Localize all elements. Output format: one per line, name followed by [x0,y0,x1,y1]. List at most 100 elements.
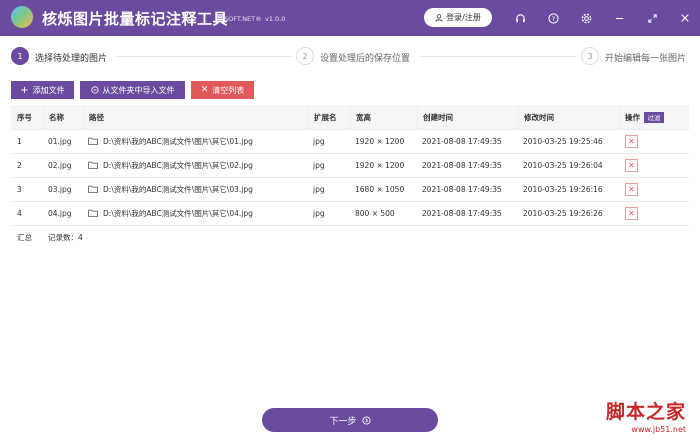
app-version: v1.0.0 [265,15,286,23]
row-created: 2021-08-08 17:49:35 [422,184,502,194]
folder-icon [88,137,98,145]
table-row[interactable]: 4 04.jpg D:\资料\我的ABC测试文件\图片\其它\04.jpg jp… [11,201,689,226]
table-header-row: 序号 名称 路径 扩展名 宽高 创建时间 修改时间 操作 过滤 [11,105,689,130]
table-row[interactable]: 3 03.jpg D:\资料\我的ABC测试文件\图片\其它\03.jpg jp… [11,177,689,202]
watermark-logo: 脚本之家 www.jb51.net [606,397,686,434]
row-name: 02.jpg [48,160,72,170]
import-folder-label: 从文件夹中导入文件 [102,85,175,95]
table-summary-row: 汇总 记录数：4 [11,225,689,249]
step-2-label[interactable]: 设置处理后的保存位置 [320,51,410,64]
step-divider [420,56,576,57]
app-site: HESOFT.NET® [215,15,262,23]
row-dimensions: 1680 × 1050 [355,184,405,194]
row-index: 3 [17,184,22,194]
step-1-label[interactable]: 选择待处理的图片 [35,51,107,64]
folder-icon [88,209,98,217]
row-name: 03.jpg [48,184,72,194]
header-actions-label: 操作 [625,112,640,122]
app-title: 核烁图片批量标记注释工具 [42,10,229,28]
step-progress: 1 选择待处理的图片 2 设置处理后的保存位置 3 开始编辑每一张图片 [0,36,700,76]
row-created: 2021-08-08 17:49:35 [422,160,502,170]
row-extension: jpg [313,136,325,146]
delete-row-icon[interactable]: ✕ [625,206,638,220]
row-dimensions: 800 × 500 [355,208,395,218]
header-modified: 修改时间 [518,105,554,129]
row-created: 2021-08-08 17:49:35 [422,136,502,146]
svg-text:?: ? [551,14,554,22]
row-delete-cell: ✕ [625,153,638,177]
row-path-text: D:\资料\我的ABC测试文件\图片\其它\02.jpg [103,160,253,170]
delete-row-icon[interactable]: ✕ [625,134,638,148]
title-bar: 核烁图片批量标记注释工具 HESOFT.NET® v1.0.0 登录/注册 ? [0,0,700,36]
row-created: 2021-08-08 17:49:35 [422,208,502,218]
row-index: 2 [17,160,22,170]
step-2-number: 2 [296,47,314,65]
row-modified: 2010-03-25 19:26:26 [523,208,603,218]
arrow-right-circle-icon [361,415,371,425]
minimize-icon[interactable] [611,10,627,26]
row-delete-cell: ✕ [625,129,638,153]
help-icon[interactable]: ? [545,10,561,26]
step-3-label[interactable]: 开始编辑每一张图片 [605,51,686,64]
row-index: 4 [17,208,22,218]
delete-row-icon[interactable]: ✕ [625,158,638,172]
watermark-url: www.jb51.net [631,425,686,434]
header-index: 序号 [17,112,32,122]
row-extension: jpg [313,208,325,218]
filter-button[interactable]: 过滤 [644,111,664,123]
folder-icon [88,185,98,193]
row-name: 01.jpg [48,136,72,146]
header-extension: 扩展名 [308,105,337,129]
row-index: 1 [17,136,22,146]
clear-x-icon: ✕ [200,85,209,95]
app-logo-icon [11,6,33,28]
row-path: D:\资料\我的ABC测试文件\图片\其它\04.jpg [88,201,253,225]
summary-label: 汇总 [17,232,32,242]
add-file-label: 添加文件 [32,85,65,95]
next-step-label: 下一步 [329,416,357,427]
table-row[interactable]: 2 02.jpg D:\资料\我的ABC测试文件\图片\其它\02.jpg jp… [11,153,689,178]
step-1-number: 1 [11,47,29,65]
row-modified: 2010-03-25 19:26:04 [523,160,603,170]
step-divider [116,56,292,57]
row-extension: jpg [313,184,325,194]
watermark-text: 脚本之家 [605,401,686,423]
header-path: 路径 [83,105,104,129]
close-icon[interactable] [677,10,693,26]
step-3-number: 3 [581,47,599,65]
next-step-button[interactable]: 下一步 [262,408,438,432]
login-button[interactable]: 登录/注册 [424,8,492,27]
row-modified: 2010-03-25 19:26:16 [523,184,603,194]
row-dimensions: 1920 × 1200 [355,136,405,146]
row-path-text: D:\资料\我的ABC测试文件\图片\其它\04.jpg [103,208,253,218]
header-dimensions: 宽高 [350,105,371,129]
user-icon [435,13,443,22]
row-extension: jpg [313,160,325,170]
record-count: 记录数：4 [48,232,83,242]
delete-row-icon[interactable]: ✕ [625,182,638,196]
row-path-text: D:\资料\我的ABC测试文件\图片\其它\03.jpg [103,184,253,194]
login-label: 登录/注册 [446,13,481,22]
row-delete-cell: ✕ [625,177,638,201]
row-path: D:\资料\我的ABC测试文件\图片\其它\02.jpg [88,153,253,177]
header-created: 创建时间 [417,105,453,129]
settings-gear-icon[interactable] [578,10,594,26]
row-path-text: D:\资料\我的ABC测试文件\图片\其它\01.jpg [103,136,253,146]
plus-icon: + [20,84,29,96]
folder-icon [88,161,98,169]
table-row[interactable]: 1 01.jpg D:\资料\我的ABC测试文件\图片\其它\01.jpg jp… [11,129,689,154]
header-actions: 操作 过滤 [619,105,664,129]
import-folder-button[interactable]: 从文件夹中导入文件 [80,81,185,99]
row-delete-cell: ✕ [625,201,638,225]
header-name: 名称 [43,105,64,129]
row-path: D:\资料\我的ABC测试文件\图片\其它\01.jpg [88,129,253,153]
row-dimensions: 1920 × 1200 [355,160,405,170]
maximize-icon[interactable] [644,10,660,26]
clear-list-button[interactable]: ✕ 清空列表 [191,81,254,99]
headset-icon[interactable] [512,10,528,26]
row-modified: 2010-03-25 19:25:46 [523,136,603,146]
row-path: D:\资料\我的ABC测试文件\图片\其它\03.jpg [88,177,253,201]
import-circle-icon [90,86,99,94]
clear-list-label: 清空列表 [212,85,245,95]
add-file-button[interactable]: + 添加文件 [11,81,74,99]
